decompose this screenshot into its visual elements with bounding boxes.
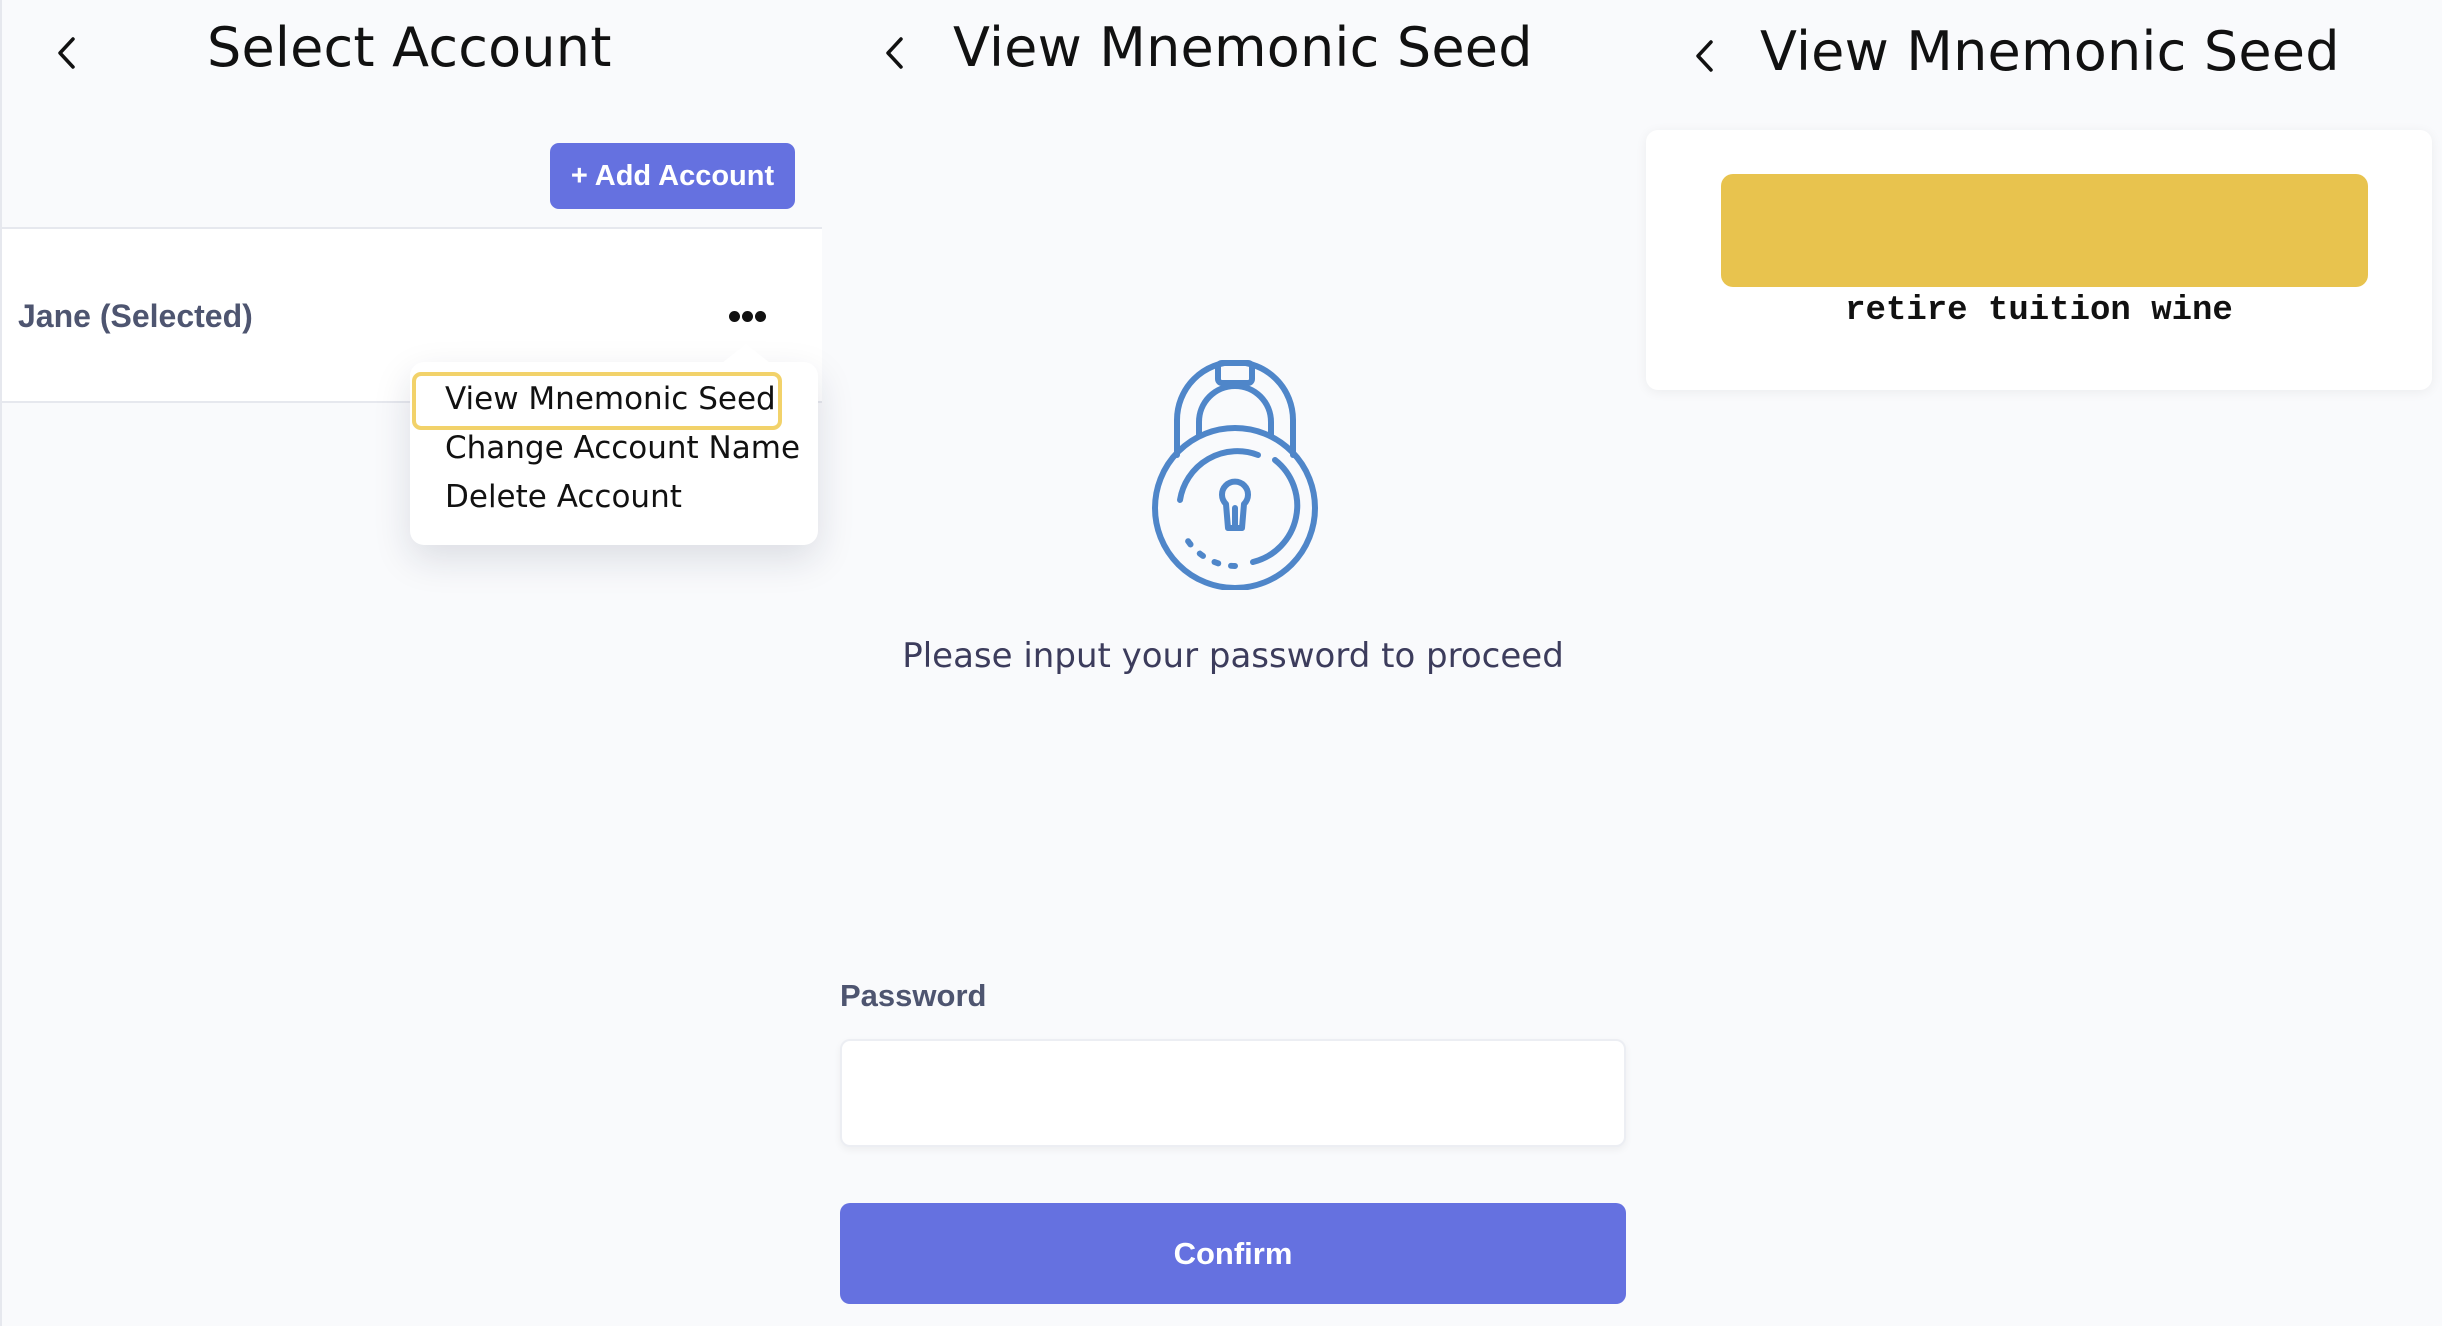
menu-item-change-account-name[interactable]: Change Account Name bbox=[445, 430, 800, 466]
seed-redaction-mask bbox=[1721, 174, 2368, 287]
back-button[interactable] bbox=[48, 33, 88, 73]
more-options-icon[interactable] bbox=[725, 305, 769, 327]
menu-item-view-mnemonic-seed[interactable]: View Mnemonic Seed bbox=[445, 381, 776, 417]
mnemonic-seed-screen: View Mnemonic Seed retire tuition wine bbox=[1636, 0, 2442, 1326]
account-name: Jane (Selected) bbox=[18, 298, 253, 334]
page-title: View Mnemonic Seed bbox=[953, 16, 1533, 79]
padlock-icon bbox=[1152, 360, 1318, 590]
back-button[interactable] bbox=[1686, 36, 1726, 76]
chevron-left-icon bbox=[58, 37, 75, 69]
password-field[interactable] bbox=[840, 1039, 1626, 1147]
menu-caret bbox=[722, 344, 770, 363]
menu-item-delete-account[interactable]: Delete Account bbox=[445, 479, 682, 515]
password-prompt-screen: View Mnemonic Seed Please input your pas… bbox=[820, 0, 1636, 1326]
app-root: Select Account + Add Account Jane (Selec… bbox=[0, 0, 2442, 1326]
chevron-left-icon bbox=[886, 37, 903, 69]
password-label: Password bbox=[840, 978, 987, 1013]
add-account-button[interactable]: + Add Account bbox=[550, 143, 795, 209]
chevron-left-icon bbox=[1696, 40, 1713, 72]
mnemonic-seed-text: retire tuition wine bbox=[1845, 292, 2233, 330]
confirm-button[interactable]: Confirm bbox=[840, 1203, 1626, 1304]
password-prompt-text: Please input your password to proceed bbox=[902, 636, 1564, 676]
account-options-menu: View Mnemonic Seed Change Account Name D… bbox=[410, 344, 818, 545]
seed-card: retire tuition wine bbox=[1646, 130, 2432, 390]
page-title: View Mnemonic Seed bbox=[1760, 20, 2340, 83]
select-account-screen: Select Account + Add Account Jane (Selec… bbox=[0, 0, 822, 1326]
back-button[interactable] bbox=[876, 33, 916, 73]
page-title: Select Account bbox=[207, 16, 612, 79]
